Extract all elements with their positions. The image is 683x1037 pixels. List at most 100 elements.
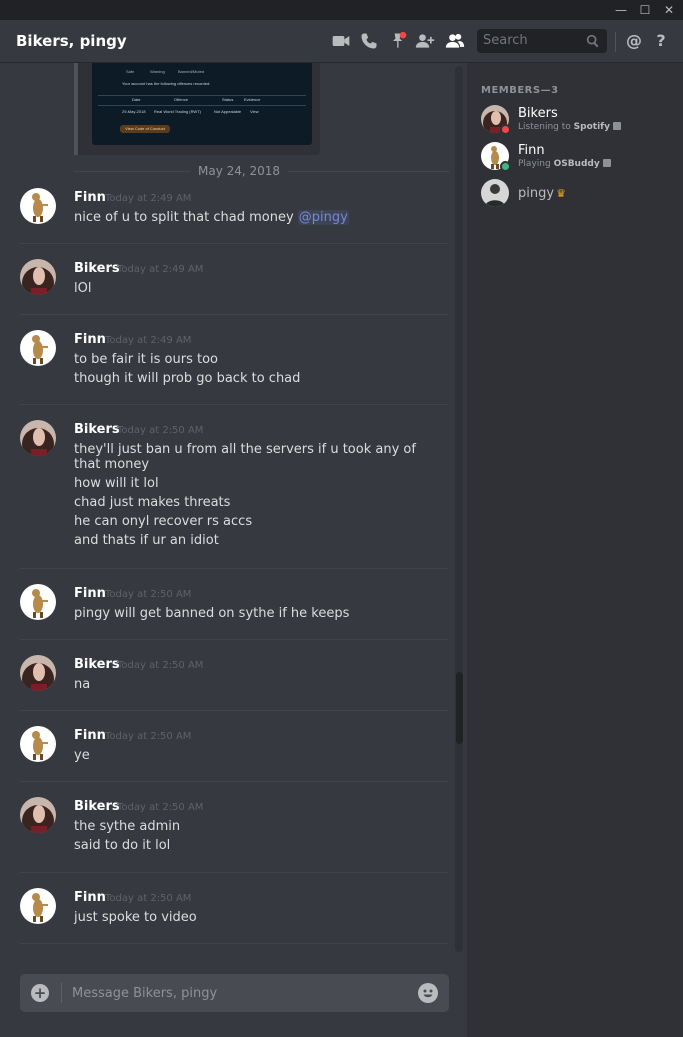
message-text: they'll just ban u from all the servers … — [74, 442, 416, 472]
member-list: MEMBERS—3 Bikers Listening to Spotify Fi… — [467, 63, 683, 1037]
message-text: said to do it lol — [74, 838, 171, 853]
discord-window: — ☐ ✕ Bikers, pingy Search @ ? Safe Warn… — [0, 0, 683, 1037]
avatar[interactable] — [20, 420, 56, 456]
avatar[interactable] — [20, 655, 56, 691]
members-icon[interactable] — [444, 31, 466, 51]
member-item-finn[interactable]: Finn Playing OSBuddy — [467, 138, 683, 178]
message-text: chad just makes threats — [74, 495, 231, 510]
member-name: pingy — [518, 186, 555, 201]
message-timestamp: Today at 2:50 AM — [117, 660, 204, 671]
message-separator — [20, 568, 448, 569]
close-button[interactable]: ✕ — [661, 2, 677, 18]
member-item-bikers[interactable]: Bikers Listening to Spotify — [467, 101, 683, 141]
message-author[interactable]: Finn — [74, 728, 106, 743]
phone-icon[interactable] — [358, 31, 380, 51]
add-attachment-button[interactable]: + — [31, 984, 49, 1002]
message-timestamp: Today at 2:50 AM — [105, 589, 192, 600]
message-author[interactable]: Bikers — [74, 422, 120, 437]
composer-divider — [61, 983, 62, 1003]
header-divider — [615, 32, 616, 52]
embed-conduct-button: View Code of Conduct — [120, 125, 170, 133]
embed-summary: Your account has the following offences … — [122, 81, 211, 86]
message-separator — [20, 781, 448, 782]
legend-warning: Warning — [150, 69, 165, 74]
message-composer: + — [20, 974, 449, 1012]
date-divider-label: May 24, 2018 — [190, 164, 289, 178]
message-timestamp: Today at 2:50 AM — [105, 893, 192, 904]
embed-cell-evidence: View — [250, 109, 259, 114]
minimize-button[interactable]: — — [613, 2, 629, 18]
message-timestamp: Today at 2:50 AM — [117, 425, 204, 436]
message-text: the sythe admin — [74, 819, 181, 834]
title-bar: — ☐ ✕ — [0, 0, 683, 20]
embed-col-offence: Offence — [174, 97, 188, 102]
avatar[interactable] — [20, 726, 56, 762]
message-separator — [20, 943, 448, 944]
video-icon[interactable] — [330, 31, 352, 51]
activity-prefix: Playing — [518, 159, 554, 169]
message-author[interactable]: Bikers — [74, 799, 120, 814]
user-mention[interactable]: @pingy — [297, 210, 349, 225]
rich-presence-icon — [612, 122, 621, 130]
embed-col-date: Date — [132, 97, 141, 102]
crown-icon: ♛ — [556, 187, 566, 200]
message-input[interactable] — [72, 982, 402, 1004]
embed-cell-date: 29-May-2018 — [122, 109, 146, 114]
message-author[interactable]: Finn — [74, 890, 106, 905]
activity-name: Spotify — [573, 122, 610, 132]
avatar[interactable] — [20, 888, 56, 924]
message-author[interactable]: Bikers — [74, 657, 120, 672]
embed-col-status: Status — [222, 97, 234, 102]
member-name: Bikers — [518, 106, 558, 121]
chat-area[interactable]: Safe Warning Banned/Muted Your account h… — [0, 63, 467, 1037]
mention-icon[interactable]: @ — [623, 31, 645, 51]
message-separator — [20, 710, 448, 711]
message-separator — [20, 314, 448, 315]
embed-cell-offence: Real World Trading (RWT) — [154, 109, 201, 114]
avatar[interactable] — [20, 797, 56, 833]
legend-safe: Safe — [126, 69, 135, 74]
message-separator — [20, 404, 448, 405]
activity-prefix: Listening to — [518, 122, 574, 132]
message-separator — [20, 872, 448, 873]
message-timestamp: Today at 2:50 AM — [117, 802, 204, 813]
avatar[interactable] — [20, 188, 56, 224]
search-placeholder: Search — [483, 33, 528, 48]
embed-row-divider — [98, 105, 306, 106]
rich-presence-icon — [602, 159, 611, 167]
message-text: nice of u to split that chad money @ping… — [74, 210, 349, 225]
message-author[interactable]: Finn — [74, 332, 106, 347]
message-author[interactable]: Bikers — [74, 261, 120, 276]
message-author[interactable]: Finn — [74, 190, 106, 205]
add-member-icon[interactable] — [414, 31, 436, 51]
avatar[interactable] — [20, 259, 56, 295]
image-embed[interactable]: Safe Warning Banned/Muted Your account h… — [74, 63, 320, 155]
message-separator — [20, 639, 448, 640]
message-author[interactable]: Finn — [74, 586, 106, 601]
message-timestamp: Today at 2:49 AM — [105, 335, 192, 346]
member-item-pingy[interactable]: pingy ♛ — [467, 175, 683, 215]
message-text: and thats if ur an idiot — [74, 533, 219, 548]
pin-icon[interactable] — [387, 31, 409, 51]
embed-image[interactable]: Safe Warning Banned/Muted Your account h… — [92, 63, 312, 145]
member-name-row: pingy ♛ — [518, 186, 566, 201]
message-text: na — [74, 677, 91, 692]
message-text: he can onyl recover rs accs — [74, 514, 253, 529]
maximize-button[interactable]: ☐ — [637, 2, 653, 18]
scrollbar-thumb[interactable] — [456, 672, 463, 744]
emoji-icon[interactable] — [418, 983, 438, 1003]
help-icon[interactable]: ? — [650, 31, 672, 51]
message-text: ye — [74, 748, 90, 763]
avatar[interactable] — [20, 584, 56, 620]
message-text: lOl — [74, 281, 92, 296]
embed-cell-status: Not Appealable — [214, 109, 242, 114]
member-activity: Playing OSBuddy — [518, 159, 611, 169]
channel-header: Bikers, pingy Search @ ? — [0, 20, 683, 63]
search-icon — [585, 33, 601, 49]
avatar[interactable] — [20, 330, 56, 366]
embed-row-divider — [98, 95, 306, 96]
scrollbar-track[interactable] — [455, 66, 463, 952]
message-timestamp: Today at 2:50 AM — [105, 731, 192, 742]
search-input[interactable]: Search — [477, 29, 607, 53]
page-title: Bikers, pingy — [16, 32, 127, 50]
